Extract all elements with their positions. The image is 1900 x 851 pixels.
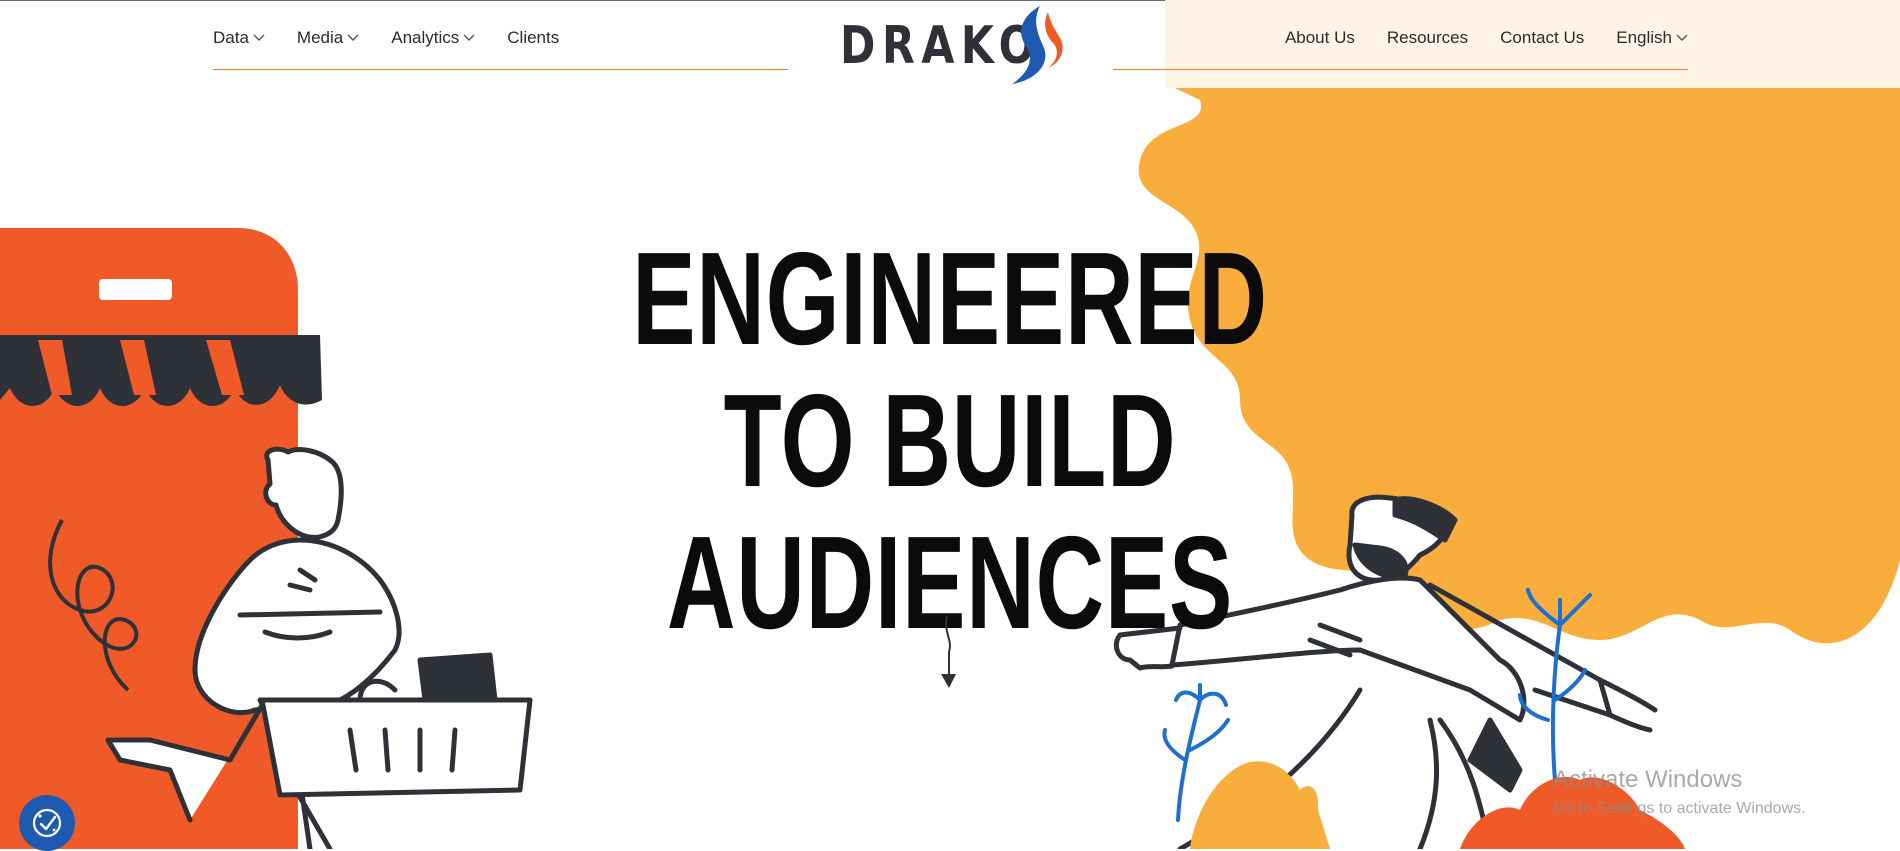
nav-item-about-us[interactable]: About Us	[1285, 28, 1355, 48]
nav-item-label: Clients	[507, 28, 560, 47]
cookie-consent-button[interactable]	[19, 795, 75, 851]
hero-line-1: ENGINEERED TO BUILD	[632, 225, 1268, 514]
watermark-title: Activate Windows	[1553, 766, 1743, 793]
nav-item-label: Data	[213, 28, 249, 47]
secondary-nav: About Us Resources Contact Us English	[1253, 28, 1688, 48]
nav-item-data[interactable]: Data	[213, 28, 265, 48]
nav-item-label: Contact Us	[1500, 28, 1585, 47]
nav-divider-right	[1113, 69, 1688, 70]
language-label: English	[1616, 28, 1672, 47]
nav-item-contact-us[interactable]: Contact Us	[1500, 28, 1584, 48]
primary-nav: Data Media Analytics Clients	[213, 28, 591, 48]
flame-logo-icon	[1012, 6, 1063, 84]
nav-item-resources[interactable]: Resources	[1387, 28, 1468, 48]
watermark-subtitle: Go to Settings to activate Windows.	[1553, 800, 1806, 817]
chevron-down-icon	[1676, 34, 1688, 41]
drako-logo[interactable]: DRAKO	[840, 2, 1063, 90]
os-activation-watermark: Activate Windows Go to Settings to activ…	[1553, 766, 1806, 818]
nav-item-analytics[interactable]: Analytics	[391, 28, 475, 48]
hero-headline: ENGINEERED TO BUILD AUDIENCES	[576, 228, 1325, 654]
nav-item-label: Resources	[1386, 28, 1469, 47]
chevron-down-icon	[253, 34, 265, 41]
cookie-consent-icon	[32, 808, 62, 838]
nav-divider-left	[213, 69, 788, 70]
arrow-down-icon[interactable]	[933, 612, 963, 692]
nav-item-label: Analytics	[391, 28, 460, 47]
nav-item-label: Media	[296, 28, 344, 47]
nav-item-clients[interactable]: Clients	[507, 28, 559, 48]
nav-item-media[interactable]: Media	[297, 28, 359, 48]
chevron-down-icon	[347, 34, 359, 41]
chevron-down-icon	[463, 34, 475, 41]
language-selector[interactable]: English	[1616, 28, 1688, 48]
nav-item-label: About Us	[1284, 28, 1355, 47]
